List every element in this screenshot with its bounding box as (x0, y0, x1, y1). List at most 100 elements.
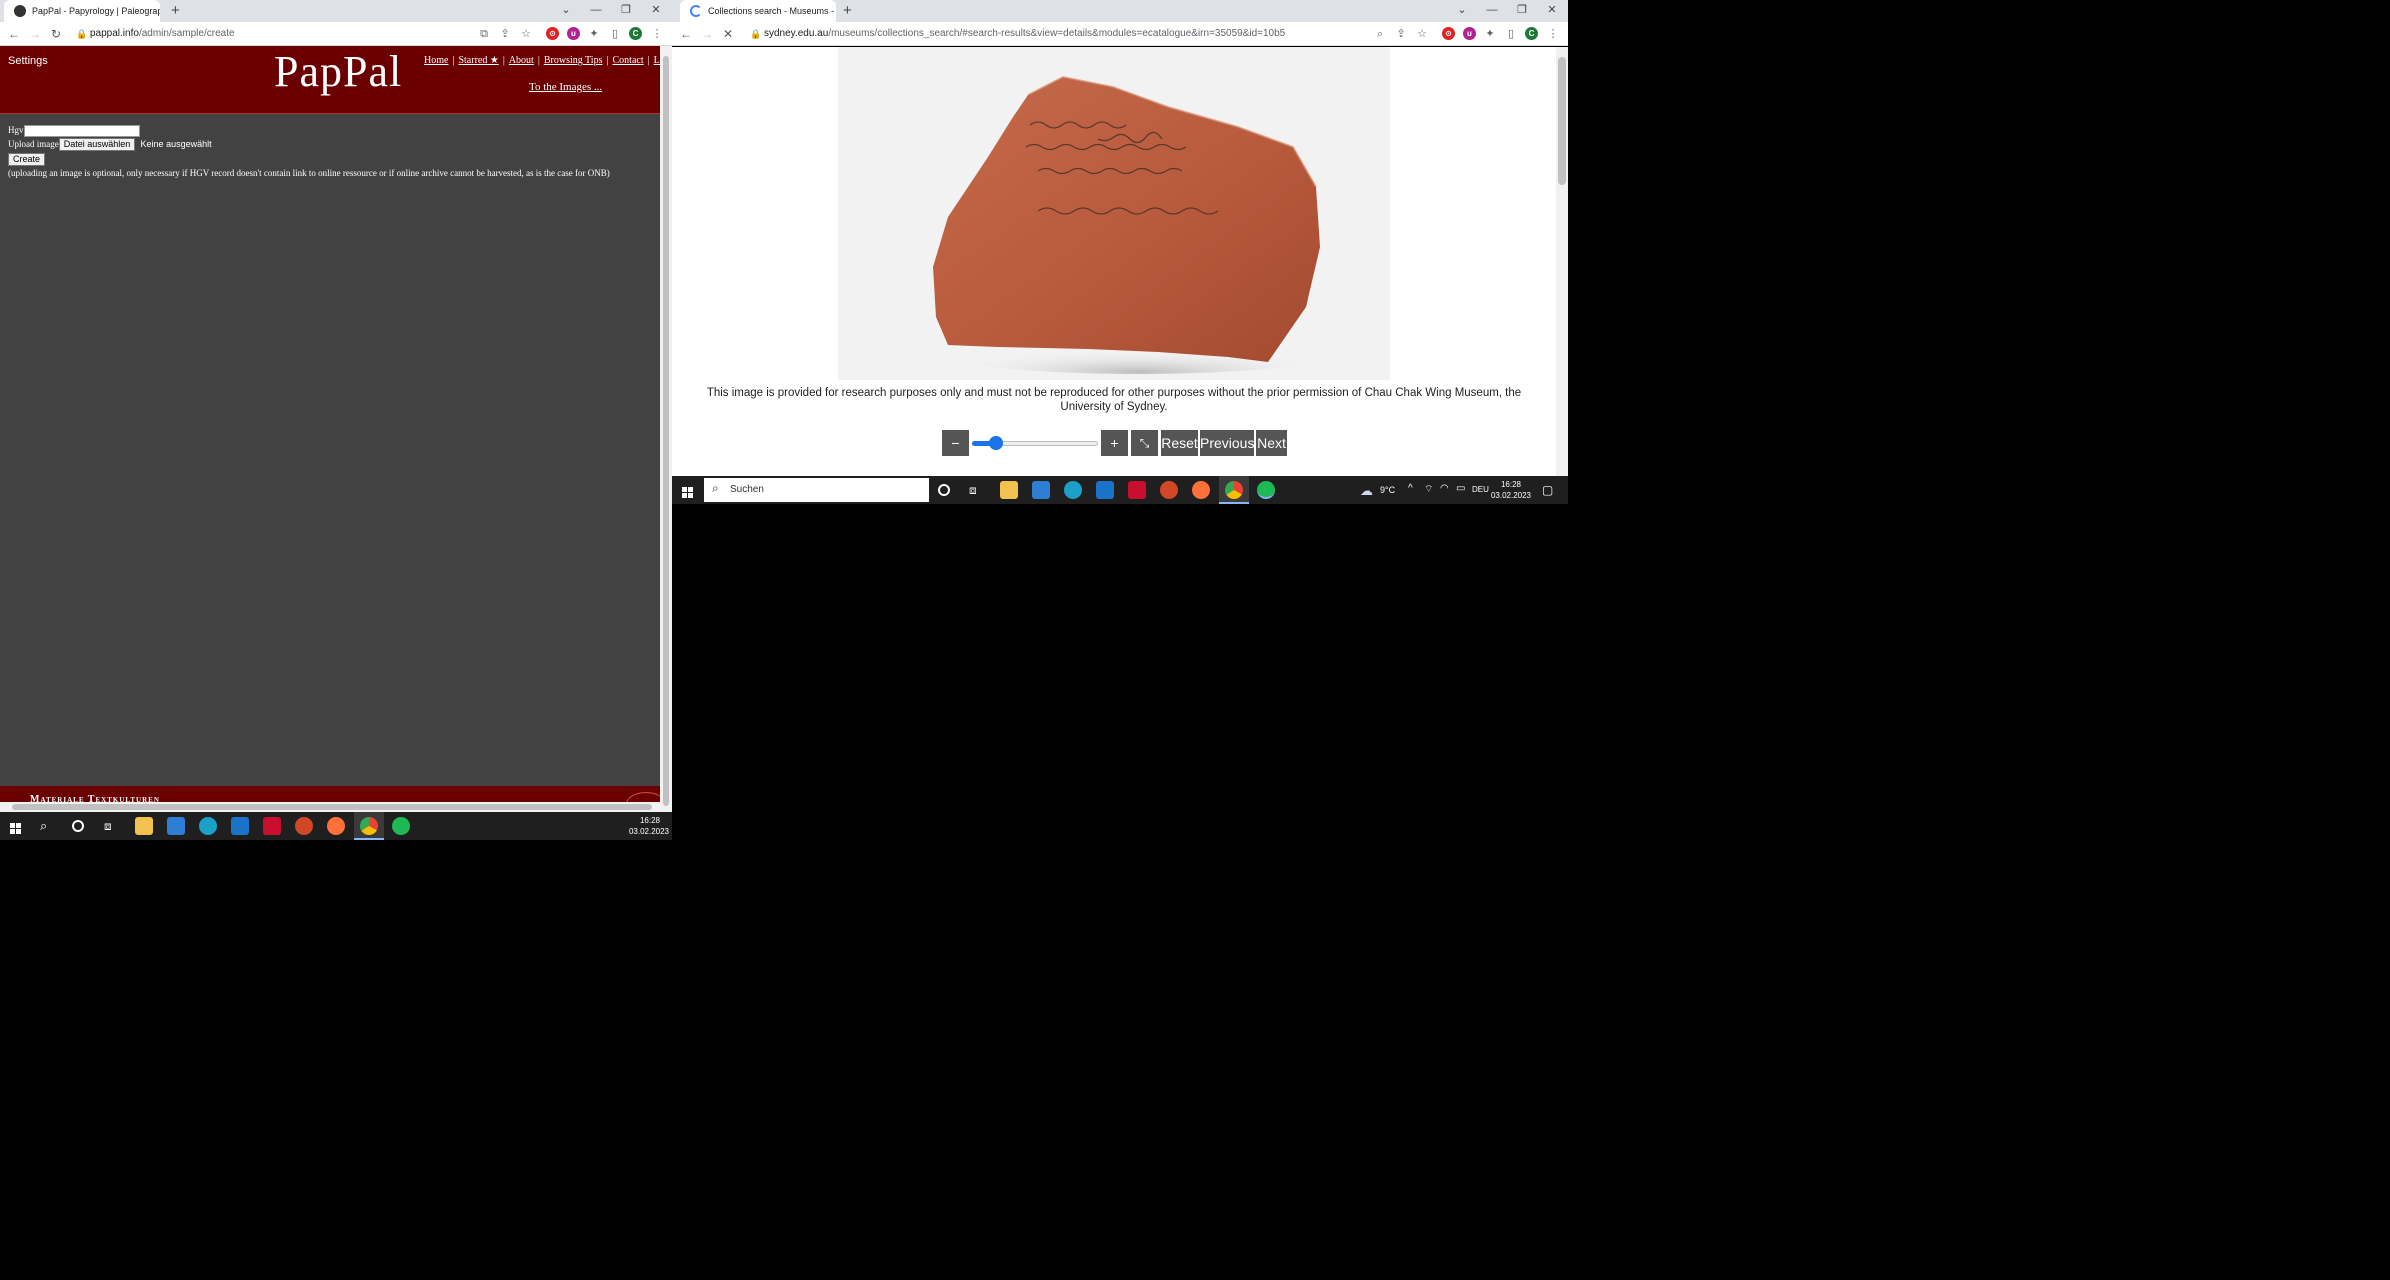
mail-icon[interactable] (231, 817, 249, 835)
cortana-icon[interactable] (72, 820, 84, 832)
new-tab-button[interactable]: + (171, 0, 180, 22)
profile-avatar-right[interactable]: C (1525, 27, 1538, 40)
right-vertical-scrollbar[interactable] (1556, 47, 1568, 476)
taskbar-date-right[interactable]: 03.02.2023 (1488, 491, 1534, 501)
nav-starred[interactable]: Starred ★ (458, 55, 498, 66)
address-bar[interactable]: 🔒 pappal.info/admin/sample/create (72, 24, 472, 44)
taskbar-search-box[interactable]: ⌕ Suchen (704, 478, 929, 502)
edge-icon[interactable] (199, 817, 217, 835)
tab-pappal[interactable]: PapPal - Papyrology | Paleograph (4, 0, 160, 22)
mail-icon-right[interactable] (1096, 481, 1114, 499)
zoom-slider[interactable] (972, 430, 1098, 456)
nav-contact[interactable]: Contact (613, 55, 644, 66)
extensions-puzzle-icon[interactable]: ✦ (587, 26, 601, 42)
minimize-button-right[interactable]: — (1477, 0, 1507, 20)
translate-icon[interactable]: ⧉ (477, 26, 491, 42)
reload-icon[interactable]: ↻ (47, 25, 65, 43)
close-window-button[interactable]: ✕ (641, 0, 671, 20)
tab-search-icon[interactable]: ⌄ (551, 0, 581, 20)
chrome-icon[interactable] (360, 817, 378, 835)
share-icon[interactable]: ⇪ (498, 26, 512, 42)
new-tab-button-right[interactable]: + (843, 0, 852, 22)
edge-icon-right[interactable] (1064, 481, 1082, 499)
acrobat-icon-right[interactable] (1128, 481, 1146, 499)
extension-purple-icon[interactable]: u (567, 27, 580, 40)
to-images-link[interactable]: To the Images ... (529, 81, 602, 93)
pappal-logo[interactable]: PapPal (274, 46, 402, 97)
firefox-icon-right[interactable] (1192, 481, 1210, 499)
chrome-icon-right[interactable] (1225, 481, 1243, 499)
forward-icon-right[interactable]: → (698, 25, 716, 43)
menu-kebab-icon-right[interactable]: ⋮ (1546, 26, 1560, 42)
network-icon[interactable]: ⌔ (1424, 483, 1433, 496)
zoom-out-button[interactable]: − (942, 430, 969, 456)
windows-start-icon[interactable] (10, 821, 21, 834)
choose-file-button[interactable]: Datei auswählen (58, 138, 136, 152)
left-vertical-scroll-thumb[interactable] (663, 56, 669, 806)
share-icon-right[interactable]: ⇪ (1394, 26, 1408, 42)
menu-kebab-icon[interactable]: ⋮ (650, 26, 664, 42)
notification-center-icon[interactable]: ▢ (1542, 483, 1553, 497)
right-vertical-scroll-thumb[interactable] (1558, 57, 1566, 185)
extension-red-icon-right[interactable]: ⊙ (1442, 27, 1455, 40)
weather-cloud-icon[interactable]: ☁ (1360, 483, 1373, 499)
tray-chevron-icon[interactable]: ^ (1408, 483, 1413, 494)
store-icon-right[interactable] (1032, 481, 1050, 499)
bookmark-star-icon[interactable]: ☆ (519, 26, 533, 42)
tab-collections-search[interactable]: Collections search - Museums - T (680, 0, 836, 22)
extension-red-icon[interactable]: ⊙ (546, 27, 559, 40)
previous-button[interactable]: Previous (1200, 430, 1254, 456)
tab-search-icon-right[interactable]: ⌄ (1447, 0, 1477, 20)
battery-icon[interactable]: ▭ (1456, 483, 1465, 494)
bookmark-star-icon-right[interactable]: ☆ (1415, 26, 1429, 42)
powerpoint-icon[interactable] (295, 817, 313, 835)
side-panel-icon[interactable]: ▯ (608, 26, 622, 42)
next-button[interactable]: Next (1256, 430, 1287, 456)
nav-home[interactable]: Home (424, 55, 448, 66)
profile-avatar[interactable]: C (629, 27, 642, 40)
firefox-icon[interactable] (327, 817, 345, 835)
close-window-button-right[interactable]: ✕ (1537, 0, 1567, 20)
reset-button[interactable]: Reset (1161, 430, 1198, 456)
zoom-slider-thumb[interactable] (988, 436, 1003, 450)
restore-button-right[interactable]: ❐ (1507, 0, 1537, 20)
taskbar-time-right[interactable]: 16:28 (1490, 480, 1532, 490)
file-explorer-icon-right[interactable] (1000, 481, 1018, 499)
address-bar-right[interactable]: 🔒 sydney.edu.au/museums/collections_sear… (746, 24, 1366, 44)
zoom-icon[interactable]: ⌕ (1373, 26, 1387, 42)
create-button[interactable]: Create (8, 152, 46, 166)
store-icon[interactable] (167, 817, 185, 835)
zoom-in-button[interactable]: + (1101, 430, 1128, 456)
acrobat-icon[interactable] (263, 817, 281, 835)
cortana-icon-right[interactable] (938, 484, 950, 496)
extension-purple-icon-right[interactable]: u (1463, 27, 1476, 40)
weather-temp[interactable]: 9°C (1380, 485, 1395, 495)
spotify-icon-right[interactable] (1257, 481, 1275, 499)
back-icon-right[interactable]: ← (677, 25, 695, 43)
nav-browsing-tips[interactable]: Browsing Tips (544, 55, 603, 66)
windows-start-icon-right[interactable] (682, 485, 693, 498)
side-panel-icon-right[interactable]: ▯ (1504, 26, 1518, 42)
task-view-icon-right[interactable]: ⧈ (969, 483, 977, 498)
horizontal-scroll-thumb[interactable] (12, 804, 652, 810)
file-explorer-icon[interactable] (135, 817, 153, 835)
horizontal-scrollbar[interactable] (0, 802, 660, 812)
spotify-icon[interactable] (392, 817, 410, 835)
input-language[interactable]: DEU (1472, 485, 1489, 494)
search-icon[interactable]: ⌕ (40, 818, 47, 834)
object-image[interactable] (838, 47, 1390, 380)
forward-icon[interactable]: → (26, 25, 44, 43)
extensions-puzzle-icon-right[interactable]: ✦ (1483, 26, 1497, 42)
wifi-icon[interactable]: ◠ (1440, 483, 1449, 494)
settings-link[interactable]: Settings (8, 55, 48, 67)
restore-button[interactable]: ❐ (611, 0, 641, 20)
hgv-input[interactable] (23, 124, 140, 137)
left-vertical-scrollbar[interactable] (660, 46, 672, 812)
nav-about[interactable]: About (509, 55, 534, 66)
stop-loading-icon[interactable]: ✕ (719, 25, 737, 43)
fullscreen-button[interactable]: ⤡ (1131, 430, 1158, 456)
task-view-icon[interactable]: ⧈ (104, 819, 112, 834)
back-icon[interactable]: ← (5, 25, 23, 43)
powerpoint-icon-right[interactable] (1160, 481, 1178, 499)
minimize-button[interactable]: — (581, 0, 611, 20)
